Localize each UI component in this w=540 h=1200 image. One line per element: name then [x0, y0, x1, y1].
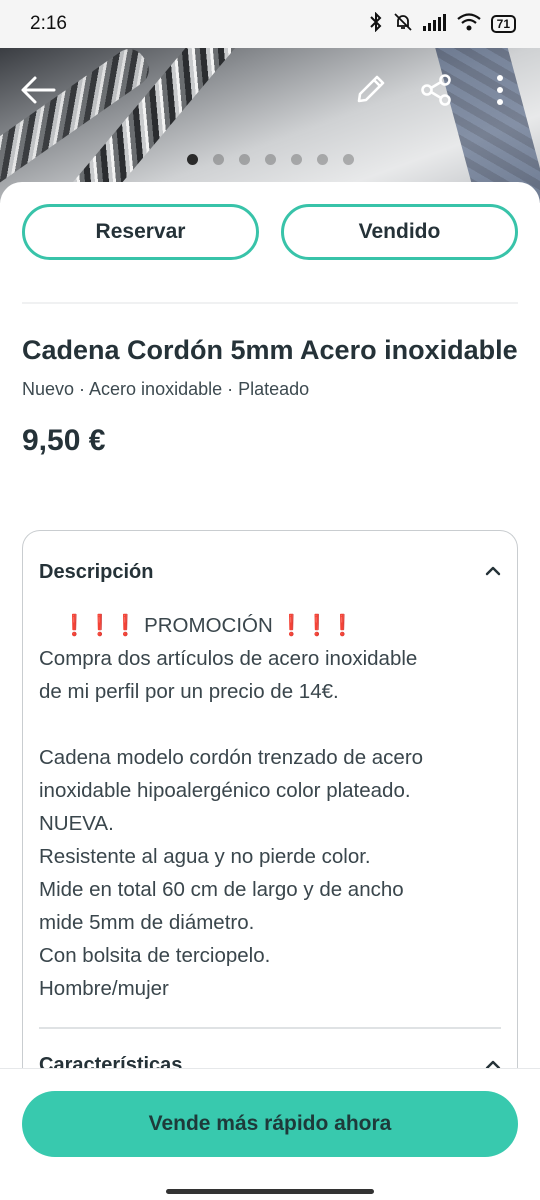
description-line: [39, 708, 501, 741]
description-line: NUEVA.: [39, 812, 114, 835]
description-line: Hombre/mujer: [39, 977, 169, 1000]
status-icons: 71: [369, 11, 516, 37]
share-icon: [419, 73, 453, 112]
description-line: inoxidable hipoalergénico color plateado…: [39, 779, 411, 802]
share-button[interactable]: [416, 72, 456, 112]
promo-text: PROMOCIÓN: [144, 614, 273, 637]
sell-faster-button[interactable]: Vende más rápido ahora: [22, 1091, 518, 1157]
home-indicator[interactable]: [166, 1189, 374, 1194]
action-buttons: Reservar Vendido: [0, 182, 540, 260]
carousel-dot[interactable]: [186, 154, 198, 165]
chevron-up-icon[interactable]: [485, 563, 501, 581]
carousel-dot[interactable]: [290, 154, 302, 165]
description-title: Descripción: [39, 560, 154, 583]
product-attributes: Nuevo · Acero inoxidable · Plateado: [22, 379, 310, 399]
arrow-left-icon: [20, 75, 56, 110]
back-button[interactable]: [18, 72, 58, 112]
carousel-dot[interactable]: [212, 154, 224, 165]
description-card: Descripción ❗❗❗ PROMOCIÓN ❗❗❗ Compra dos…: [22, 530, 518, 1090]
product-detail-sheet: Reservar Vendido Cadena Cordón 5mm Acero…: [0, 182, 540, 1200]
promo-line: ❗❗❗ PROMOCIÓN ❗❗❗: [39, 609, 501, 642]
exclamation-icon: ❗❗❗: [61, 614, 139, 637]
status-time: 2:16: [30, 13, 67, 34]
bottom-bar: Vende más rápido ahora: [0, 1068, 540, 1200]
carousel-dot[interactable]: [316, 154, 328, 165]
wifi-icon: [456, 12, 481, 36]
more-options-button[interactable]: [480, 72, 520, 112]
description-line: Con bolsita de terciopelo.: [39, 944, 271, 967]
pencil-icon: [353, 73, 387, 112]
battery-icon: 71: [490, 15, 516, 33]
description-line: Cadena modelo cordón trenzado de acero: [39, 746, 424, 769]
sold-button[interactable]: Vendido: [281, 204, 518, 260]
reserve-button[interactable]: Reservar: [22, 204, 259, 260]
product-title: Cadena Cordón 5mm Acero inoxidable: [22, 335, 518, 365]
exclamation-icon: ❗❗❗: [278, 614, 356, 637]
product-price: 9,50 €: [22, 424, 106, 457]
carousel-indicator: [0, 154, 540, 165]
signal-icon: [422, 13, 447, 36]
description-line: Resistente al agua y no pierde color.: [39, 845, 371, 868]
description-line: Compra dos artículos de acero inoxidable: [39, 647, 418, 670]
description-line: mide 5mm de diámetro.: [39, 911, 255, 934]
carousel-dot[interactable]: [342, 154, 354, 165]
bluetooth-icon: [369, 11, 383, 37]
description-line: Mide en total 60 cm de largo y de ancho: [39, 878, 404, 901]
edit-button[interactable]: [350, 72, 390, 112]
carousel-dot[interactable]: [264, 154, 276, 165]
mute-icon: [393, 12, 413, 37]
carousel-dot[interactable]: [238, 154, 250, 165]
description-header[interactable]: Descripción: [39, 531, 501, 609]
description-text: ❗❗❗ PROMOCIÓN ❗❗❗ Compra dos artículos d…: [39, 609, 501, 1005]
status-bar: 2:16 71: [0, 0, 540, 48]
more-vertical-icon: [496, 74, 504, 111]
description-line: de mi perfil por un precio de 14€.: [39, 680, 339, 703]
product-image-carousel[interactable]: [0, 48, 540, 203]
